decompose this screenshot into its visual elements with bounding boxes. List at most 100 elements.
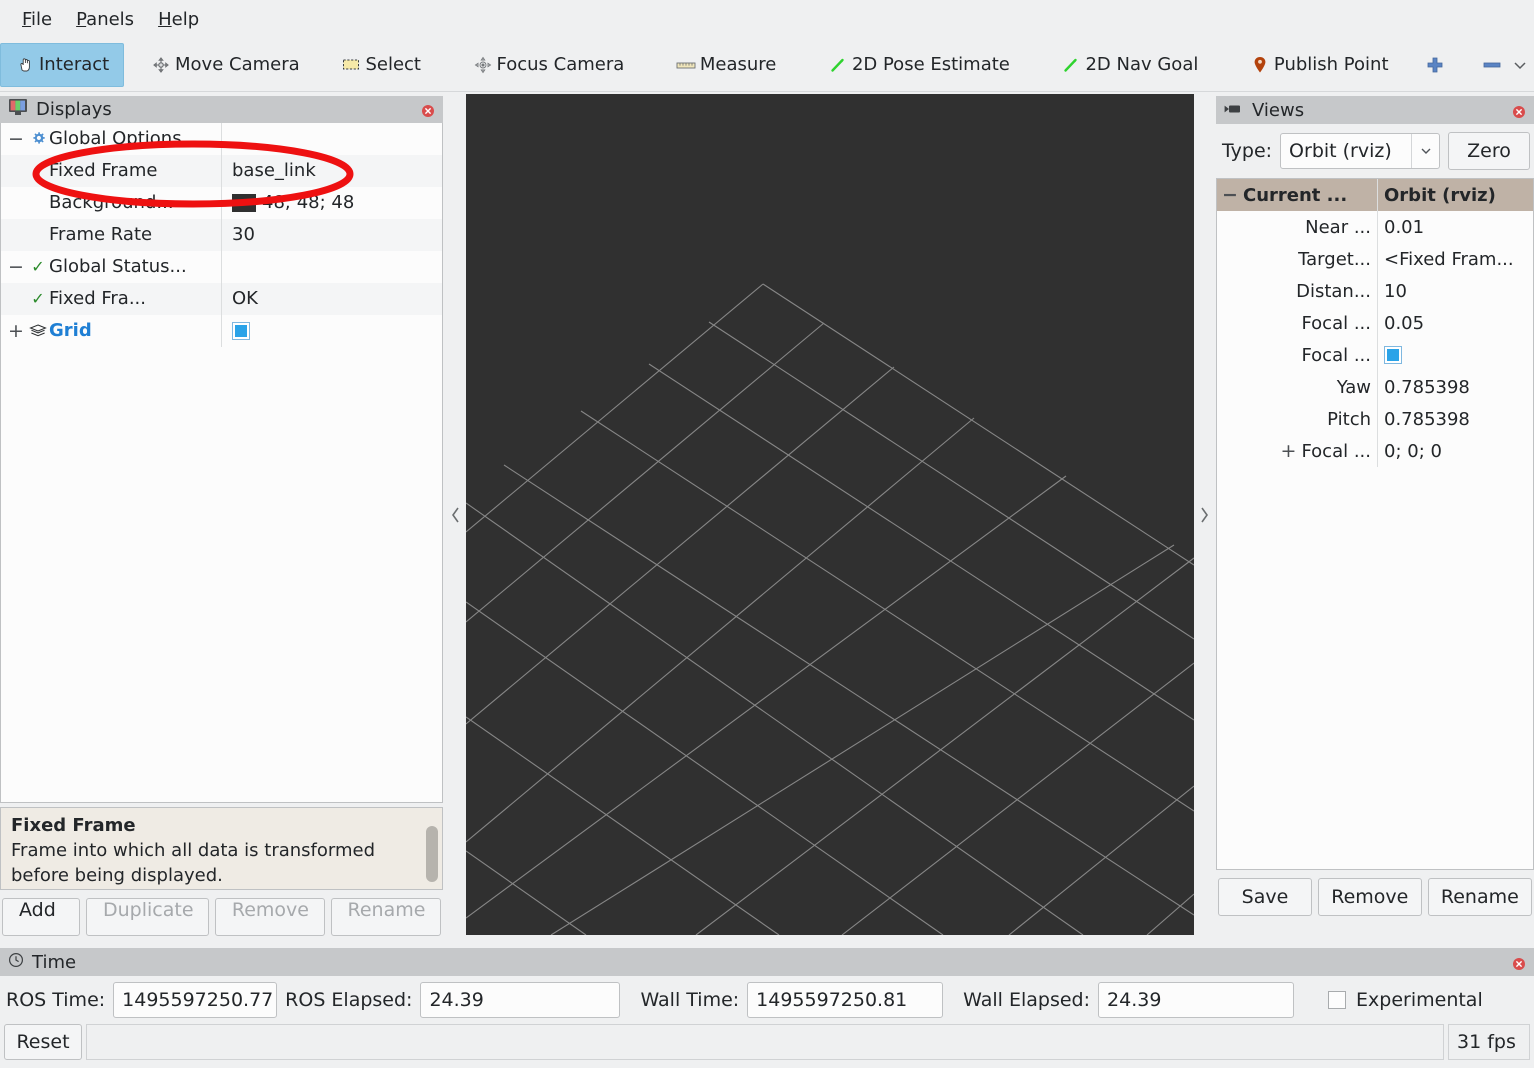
rename-display-button[interactable]: Rename: [330, 898, 441, 936]
table-row[interactable]: + Focal ... 0; 0; 0: [1217, 435, 1533, 467]
table-row[interactable]: Background... 48; 48; 48: [1, 186, 442, 219]
expander-toggle[interactable]: −: [5, 128, 27, 150]
minus-icon: [1483, 62, 1501, 67]
collapse-displays-handle[interactable]: [446, 94, 466, 935]
table-row[interactable]: Near ... 0.01: [1217, 211, 1533, 243]
ros-time-label: ROS Time:: [6, 989, 106, 1011]
row-value[interactable]: <Fixed Fram...: [1384, 249, 1514, 270]
tool-2d-nav-goal[interactable]: 2D Nav Goal: [1046, 43, 1213, 87]
tool-2d-pose-estimate[interactable]: 2D Pose Estimate: [813, 43, 1025, 87]
tool-focus-camera[interactable]: Focus Camera: [458, 43, 640, 87]
zero-view-button[interactable]: Zero: [1448, 132, 1530, 170]
row-label: Distan...: [1296, 280, 1371, 302]
status-bar: [86, 1024, 1444, 1060]
toolbar-overflow-button[interactable]: [1506, 45, 1534, 85]
tool-select[interactable]: Select: [326, 43, 436, 87]
reset-button[interactable]: Reset: [4, 1024, 82, 1060]
color-swatch[interactable]: [232, 193, 256, 212]
remove-view-button[interactable]: Remove: [1318, 878, 1422, 916]
table-row[interactable]: Yaw 0.785398: [1217, 371, 1533, 403]
view-type-select[interactable]: Orbit (rviz): [1280, 133, 1440, 169]
close-icon[interactable]: [1512, 103, 1526, 118]
displays-panel-title: Displays: [36, 98, 112, 120]
duplicate-display-button[interactable]: Duplicate: [86, 898, 209, 936]
add-display-button[interactable]: Add: [2, 898, 80, 936]
experimental-checkbox-row[interactable]: Experimental: [1328, 989, 1483, 1011]
chevron-right-icon: [1201, 507, 1208, 522]
description-scrollbar[interactable]: [426, 809, 440, 887]
expander-toggle[interactable]: −: [5, 256, 27, 278]
green-arrow-icon: [1061, 55, 1081, 75]
tool-label: Focus Camera: [496, 54, 625, 75]
row-value[interactable]: 0.785398: [1384, 377, 1470, 398]
chevron-down-icon[interactable]: [1411, 134, 1439, 168]
tool-publish-point[interactable]: Publish Point: [1235, 43, 1404, 87]
row-label: Frame Rate: [49, 224, 153, 246]
menu-help[interactable]: Help: [146, 7, 211, 32]
table-row[interactable]: + Grid: [1, 314, 442, 347]
close-icon[interactable]: [1512, 955, 1526, 970]
table-row[interactable]: Frame Rate 30: [1, 218, 442, 251]
row-value[interactable]: 30: [232, 224, 255, 245]
table-row[interactable]: ✓ Fixed Fra... OK: [1, 282, 442, 315]
row-label: Current ...: [1243, 184, 1348, 206]
collapse-views-handle[interactable]: [1194, 94, 1214, 935]
expander-toggle[interactable]: +: [5, 320, 27, 342]
table-row[interactable]: Focal ...: [1217, 339, 1533, 371]
displays-panel-header: Displays: [0, 96, 443, 123]
row-value[interactable]: 0; 0; 0: [1384, 441, 1442, 462]
table-row[interactable]: − Current ... Orbit (rviz): [1217, 179, 1533, 211]
table-row[interactable]: Focal ... 0.05: [1217, 307, 1533, 339]
close-icon[interactable]: [421, 102, 435, 118]
time-fields-row: ROS Time: 1495597250.77 ROS Elapsed: 24.…: [0, 976, 1534, 1024]
row-label: Target...: [1298, 248, 1371, 270]
grid-enabled-checkbox[interactable]: [232, 321, 250, 340]
rename-view-button[interactable]: Rename: [1427, 878, 1532, 916]
tool-label: Select: [365, 54, 421, 75]
row-label: Global Options: [49, 128, 182, 150]
table-row[interactable]: Distan... 10: [1217, 275, 1533, 307]
description-body: Frame into which all data is transformed…: [11, 839, 376, 886]
ros-time-input[interactable]: 1495597250.77: [113, 982, 278, 1018]
render-viewport-3d[interactable]: [466, 94, 1194, 935]
status-row: Reset 31 fps: [0, 1024, 1534, 1060]
table-row[interactable]: Fixed Frame base_link: [1, 154, 442, 187]
displays-tree[interactable]: − Global Options Fixed Frame base_link B…: [0, 122, 443, 803]
row-value[interactable]: 10: [1384, 281, 1407, 302]
scrollbar-thumb[interactable]: [426, 825, 438, 882]
tool-move-camera[interactable]: Move Camera: [136, 43, 315, 87]
tool-label: 2D Nav Goal: [1085, 54, 1199, 75]
wall-elapsed-input[interactable]: 24.39: [1098, 982, 1295, 1018]
row-value: Orbit (rviz): [1384, 184, 1496, 206]
remove-tool-button[interactable]: [1478, 45, 1506, 85]
experimental-checkbox[interactable]: [1328, 991, 1347, 1009]
row-label: Focal ...: [1301, 440, 1371, 462]
table-row[interactable]: Pitch 0.785398: [1217, 403, 1533, 435]
row-value[interactable]: base_link: [232, 160, 316, 181]
views-tree[interactable]: − Current ... Orbit (rviz) Near ... 0.01…: [1216, 178, 1534, 870]
menu-panels[interactable]: Panels: [64, 7, 146, 32]
row-label: Near ...: [1305, 216, 1371, 238]
row-value[interactable]: 0.785398: [1384, 409, 1470, 430]
row-label: Grid: [49, 320, 92, 342]
expander-toggle[interactable]: −: [1217, 184, 1243, 206]
row-value[interactable]: 0.01: [1384, 217, 1424, 238]
chevron-left-icon: [452, 507, 459, 522]
ros-elapsed-input[interactable]: 24.39: [420, 982, 621, 1018]
expander-toggle[interactable]: +: [1275, 440, 1301, 462]
wall-time-input[interactable]: 1495597250.81: [747, 982, 944, 1018]
focal-shape-checkbox[interactable]: [1384, 346, 1402, 364]
add-tool-button[interactable]: [1421, 45, 1449, 85]
time-panel-header: Time: [0, 948, 1534, 976]
row-value[interactable]: 0.05: [1384, 313, 1424, 334]
tool-measure[interactable]: Measure: [661, 43, 792, 87]
ros-elapsed-label: ROS Elapsed:: [285, 989, 413, 1011]
tool-interact[interactable]: Interact: [0, 42, 125, 87]
tool-bar: Interact Move Camera Select Focus Camera…: [0, 38, 1534, 92]
table-row[interactable]: Target... <Fixed Fram...: [1217, 243, 1533, 275]
remove-display-button[interactable]: Remove: [214, 898, 325, 936]
table-row[interactable]: − Global Options: [1, 122, 442, 155]
table-row[interactable]: − ✓ Global Status...: [1, 250, 442, 283]
save-view-button[interactable]: Save: [1218, 878, 1312, 916]
menu-file[interactable]: File: [10, 7, 64, 32]
